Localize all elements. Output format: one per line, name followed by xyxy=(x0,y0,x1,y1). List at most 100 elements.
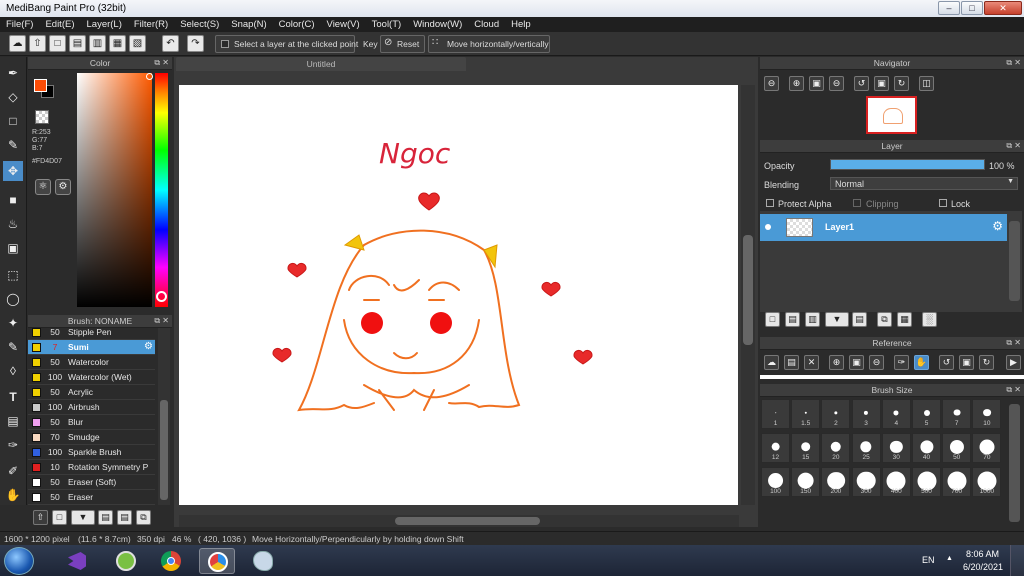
panel-close-icon[interactable]: ⧉ ✕ xyxy=(1006,140,1021,152)
gradient-tool-icon[interactable]: ▣ xyxy=(3,238,23,258)
comment-icon[interactable]: ▤ xyxy=(69,35,86,52)
brush-item[interactable]: 50 Stipple Pen xyxy=(28,328,155,340)
reset-rotation-icon[interactable]: ▣ xyxy=(874,76,889,91)
palette-settings-icon[interactable]: ⚙ xyxy=(55,179,71,195)
grid-icon[interactable]: ▧ xyxy=(129,35,146,52)
new-brush-icon[interactable]: □ xyxy=(52,510,67,525)
wand-tool-icon[interactable]: ✎ xyxy=(3,135,23,155)
brush-size-cell[interactable]: 50 xyxy=(942,433,972,463)
reference-rotate-left-icon[interactable]: ↺ xyxy=(939,355,954,370)
menu-cloud[interactable]: Cloud xyxy=(468,17,505,32)
document-tab[interactable]: Untitled xyxy=(176,57,466,71)
taskbar-medibang-icon[interactable] xyxy=(199,548,235,574)
cloud-icon[interactable]: ☁ xyxy=(9,35,26,52)
hue-slider[interactable] xyxy=(155,73,168,307)
lock-checkbox[interactable] xyxy=(939,199,947,207)
duplicate-layer-icon[interactable]: ⧉ xyxy=(877,312,892,327)
taskbar-visual-studio-icon[interactable] xyxy=(60,548,96,574)
canvas-horizontal-scrollbar[interactable] xyxy=(179,515,739,527)
palette-icon[interactable]: ⚛ xyxy=(35,179,51,195)
rotate-left-icon[interactable]: ↺ xyxy=(854,76,869,91)
clipping-checkbox[interactable] xyxy=(853,199,861,207)
add-brush-cloud-icon[interactable]: ⇧ xyxy=(33,510,48,525)
taskbar-app-icon[interactable] xyxy=(108,548,144,574)
saturation-value-picker[interactable] xyxy=(77,73,152,307)
panel-close-icon[interactable]: ⧉ ✕ xyxy=(154,315,169,327)
menu-file[interactable]: File(F) xyxy=(0,17,39,32)
brush-size-cell[interactable]: 20 xyxy=(821,433,851,463)
layer-settings-gear-icon[interactable]: ⚙ xyxy=(992,219,1003,233)
reference-open-icon[interactable]: ▤ xyxy=(784,355,799,370)
brush-item[interactable]: 50 Acrylic xyxy=(28,385,155,400)
eyedropper-tool-icon[interactable]: ✑ xyxy=(3,435,23,455)
menu-layer[interactable]: Layer(L) xyxy=(81,17,128,32)
reference-scroll-right-icon[interactable]: ▶ xyxy=(1006,355,1021,370)
text-tool-icon[interactable]: T xyxy=(3,387,23,407)
brush-size-cell[interactable]: 1 xyxy=(761,399,790,429)
brush-size-cell[interactable]: 30 xyxy=(881,433,911,463)
menu-edit[interactable]: Edit(E) xyxy=(39,17,80,32)
panel-icon[interactable]: ▦ xyxy=(109,35,126,52)
brush-item[interactable]: 70 Smudge xyxy=(28,430,155,445)
brush-item[interactable]: 100 Airbrush xyxy=(28,400,155,415)
foreground-color-swatch[interactable] xyxy=(34,79,47,92)
brush-size-cell[interactable]: 4 xyxy=(881,399,911,429)
opacity-slider[interactable] xyxy=(830,159,985,170)
clock-date[interactable]: 6/20/2021 xyxy=(963,562,1003,572)
brush-list-scrollbar[interactable] xyxy=(158,328,170,505)
reference-rotate-right-icon[interactable]: ↻ xyxy=(979,355,994,370)
brush-folder-icon[interactable]: ▤ xyxy=(117,510,132,525)
brush-size-cell[interactable]: 500 xyxy=(912,467,941,497)
tray-expand-icon[interactable]: ▲ xyxy=(946,555,953,562)
brush-copy-icon[interactable]: ⧉ xyxy=(136,510,151,525)
close-button[interactable]: ✕ xyxy=(984,1,1022,15)
zoom-out-icon[interactable]: ⊖ xyxy=(764,76,779,91)
brush-item[interactable]: 100 Watercolor (Wet) xyxy=(28,370,155,385)
show-desktop-button[interactable] xyxy=(1010,545,1024,576)
reference-cloud-icon[interactable]: ☁ xyxy=(764,355,779,370)
brush-tool-icon[interactable]: ✒ xyxy=(3,63,23,83)
panel-close-icon[interactable]: ⧉ ✕ xyxy=(154,57,169,69)
lasso-tool-icon[interactable]: ◯ xyxy=(3,289,23,309)
brush-size-scrollbar[interactable] xyxy=(1009,404,1020,522)
menu-help[interactable]: Help xyxy=(505,17,537,32)
fill-rect-tool-icon[interactable]: ■ xyxy=(3,190,23,210)
menu-view[interactable]: View(V) xyxy=(321,17,366,32)
eraser-tool-icon[interactable]: ◇ xyxy=(3,87,23,107)
zoom-in-icon[interactable]: ⊕ xyxy=(789,76,804,91)
select-pen-tool-icon[interactable]: ✎ xyxy=(3,337,23,357)
language-indicator[interactable]: EN xyxy=(922,555,935,565)
new-halftone-layer-icon[interactable]: ▤ xyxy=(785,312,800,327)
share-icon[interactable]: ⇧ xyxy=(29,35,46,52)
brush-item[interactable]: 50 Blur xyxy=(28,415,155,430)
reference-zoom-in-icon[interactable]: ⊕ xyxy=(829,355,844,370)
move-tool-icon[interactable]: ✥ xyxy=(3,161,23,181)
visibility-eye-icon[interactable] xyxy=(765,224,771,230)
brush-size-cell[interactable]: 150 xyxy=(791,467,821,497)
brush-item-selected[interactable]: 7 Sumi ⚙ xyxy=(28,340,155,355)
layer-folder-icon[interactable]: ▤ xyxy=(852,312,867,327)
brush-size-cell[interactable]: 10 xyxy=(972,399,1002,429)
brush-item[interactable]: 50 Eraser xyxy=(28,490,155,505)
menu-select[interactable]: Select(S) xyxy=(174,17,225,32)
menu-color[interactable]: Color(C) xyxy=(273,17,321,32)
menu-window[interactable]: Window(W) xyxy=(407,17,468,32)
chat-icon[interactable]: □ xyxy=(49,35,66,52)
brush-size-cell[interactable]: 5 xyxy=(912,399,941,429)
new-8bit-layer-icon[interactable]: ▥ xyxy=(805,312,820,327)
brush-size-cell[interactable]: 2 xyxy=(821,399,851,429)
select-layer-checkbox[interactable] xyxy=(221,40,229,48)
navigator-thumbnail[interactable] xyxy=(866,96,917,134)
magic-wand-tool-icon[interactable]: ✦ xyxy=(3,313,23,333)
reference-close-icon[interactable]: ✕ xyxy=(804,355,819,370)
brush-size-cell[interactable]: 300 xyxy=(851,467,881,497)
canvas-vertical-scrollbar[interactable] xyxy=(741,85,755,505)
panel-close-icon[interactable]: ⧉ ✕ xyxy=(1006,337,1021,349)
delete-layer-icon[interactable]: ░ xyxy=(922,312,937,327)
brush-item[interactable]: 10 Rotation Symmetry P xyxy=(28,460,155,475)
brush-size-cell[interactable]: 15 xyxy=(791,433,821,463)
reference-eyedropper-icon[interactable]: ✑ xyxy=(894,355,909,370)
brush-size-cell[interactable]: 7 xyxy=(942,399,972,429)
add-layer-menu-icon[interactable]: ▼ xyxy=(825,312,849,327)
merge-layer-icon[interactable]: ▦ xyxy=(897,312,912,327)
